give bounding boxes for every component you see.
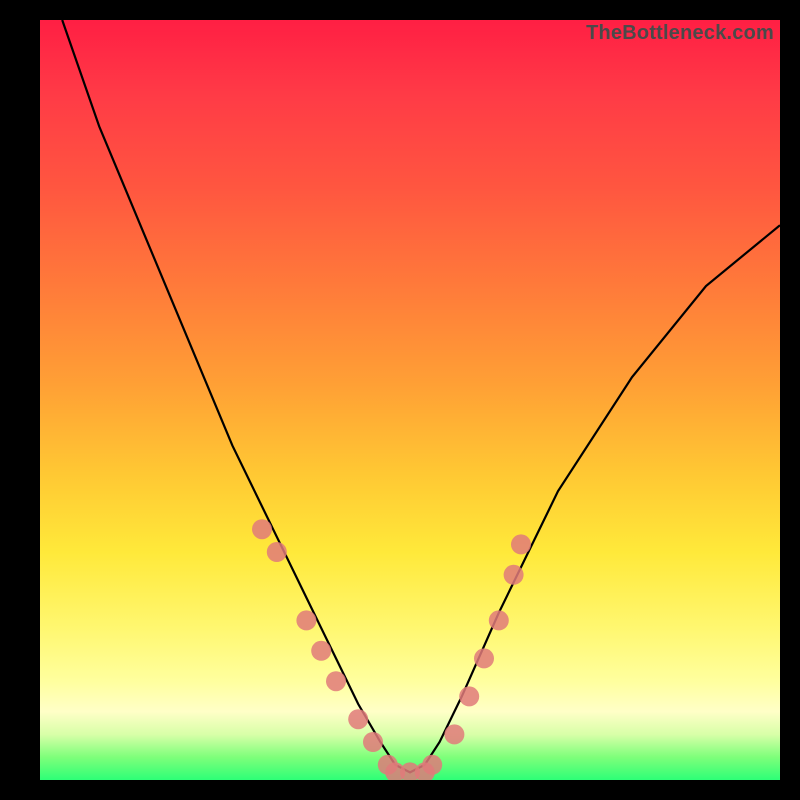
sample-dot <box>296 610 316 630</box>
bottleneck-curve <box>62 20 780 772</box>
sample-dot <box>511 534 531 554</box>
sample-dot <box>459 686 479 706</box>
chart-plot-area: TheBottleneck.com <box>40 20 780 780</box>
sample-dot <box>444 724 464 744</box>
sample-dot <box>326 671 346 691</box>
sample-dot <box>348 709 368 729</box>
sample-dot <box>267 542 287 562</box>
sample-dot <box>489 610 509 630</box>
sample-dot <box>363 732 383 752</box>
sample-dot <box>311 641 331 661</box>
sample-dot <box>252 519 272 539</box>
chart-frame: TheBottleneck.com <box>0 0 800 800</box>
sample-dot <box>504 565 524 585</box>
chart-svg <box>40 20 780 780</box>
sample-dot <box>422 755 442 775</box>
sample-dot <box>474 648 494 668</box>
sample-dots <box>252 519 531 780</box>
